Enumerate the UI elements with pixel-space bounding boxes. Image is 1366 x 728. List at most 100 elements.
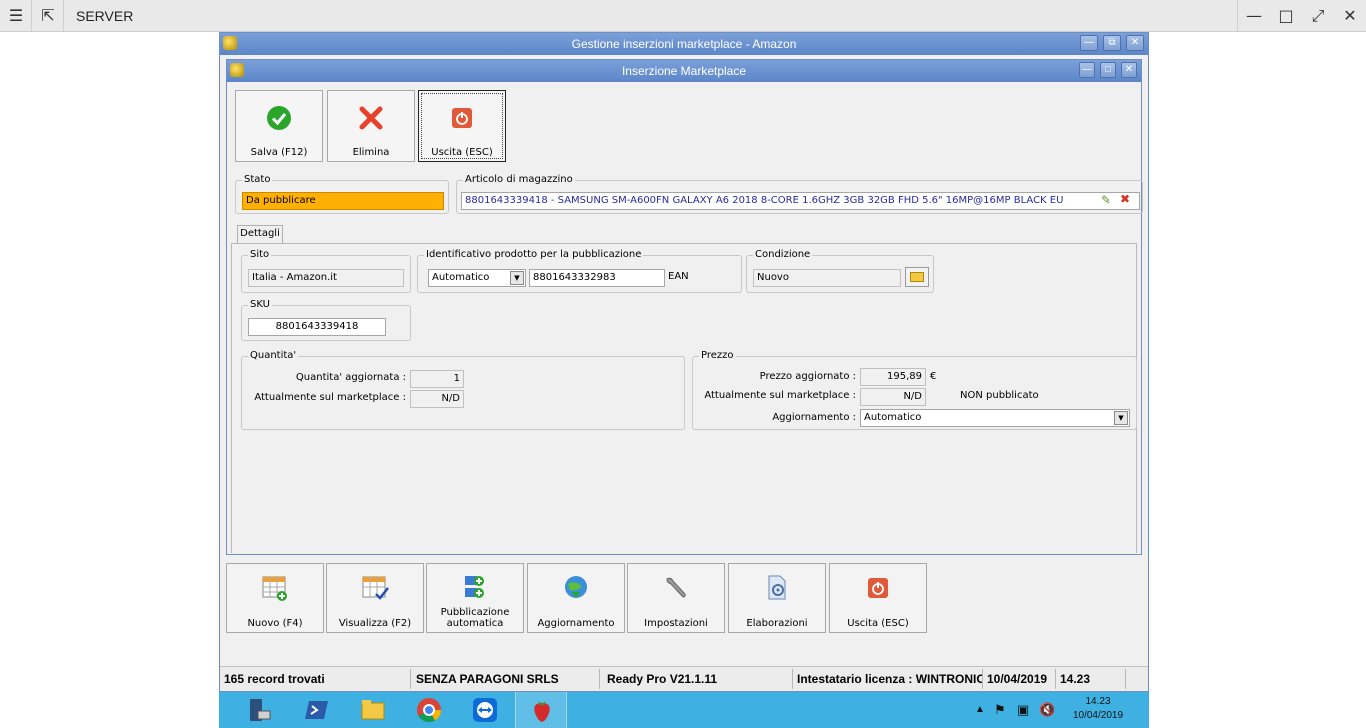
globe-download-icon (565, 576, 587, 598)
tab-dettagli[interactable]: Dettagli (237, 225, 283, 243)
prezzo-updated-label: Prezzo aggiornato : (759, 371, 856, 382)
hamburger-icon[interactable]: ☰ (0, 0, 32, 32)
chevron-down-icon[interactable]: ▼ (1114, 411, 1128, 425)
tray-show-hidden-icon[interactable]: ▲ (975, 692, 985, 728)
taskbar-teamviewer[interactable] (459, 692, 511, 728)
wrench-icon (666, 577, 686, 598)
quantita-group-label: Quantita' (248, 350, 299, 361)
outer-window-title: Gestione inserzioni marketplace - Amazon (571, 37, 797, 51)
close-icon[interactable]: ✕ (1334, 0, 1366, 32)
outer-close-button[interactable]: ✕ (1126, 35, 1144, 51)
new-button[interactable]: Nuovo (F4) (226, 563, 324, 633)
power-icon (868, 578, 888, 598)
stato-group: Stato Da pubblicare (235, 174, 449, 214)
save-label: Salva (F12) (250, 147, 308, 158)
quantita-market-field[interactable]: N/D (410, 390, 464, 408)
view-label: Visualizza (F2) (338, 618, 412, 629)
status-bar: 165 record trovati SENZA PARAGONI SRLS R… (220, 666, 1148, 690)
clock-time: 14.23 (1085, 696, 1111, 707)
condizione-group-label: Condizione (753, 249, 813, 260)
settings-button[interactable]: Impostazioni (627, 563, 725, 633)
sku-field[interactable]: 8801643339418 (248, 318, 386, 336)
settings-label: Impostazioni (644, 618, 708, 629)
taskbar-readypro[interactable] (515, 692, 567, 728)
outer-minimize-button[interactable]: — (1080, 35, 1098, 51)
clear-x-icon[interactable]: ✖ (1120, 192, 1130, 206)
delete-x-icon (359, 106, 383, 130)
articolo-group-label: Articolo di magazzino (463, 174, 575, 185)
delete-label: Elimina (352, 147, 390, 158)
status-records: 165 record trovati (220, 669, 411, 689)
identificativo-mode-select[interactable]: Automatico ▼ (428, 269, 526, 287)
view-button[interactable]: Visualizza (F2) (326, 563, 424, 633)
maximize-icon[interactable]: □ (1270, 0, 1302, 32)
chevron-down-icon[interactable]: ▼ (510, 271, 524, 285)
fullscreen-icon[interactable]: ⤢ (1302, 0, 1334, 32)
minimize-icon[interactable]: — (1238, 0, 1270, 32)
sito-group-label: Sito (248, 249, 272, 260)
processing-button[interactable]: Elaborazioni (728, 563, 826, 633)
prezzo-currency: € (930, 371, 937, 382)
status-license: Intestatario licenza : WINTRONIC (793, 669, 983, 689)
inner-maximize-button[interactable]: □ (1100, 62, 1116, 78)
identificativo-type-label: EAN (668, 271, 689, 282)
prezzo-update-select[interactable]: Automatico ▼ (860, 409, 1130, 427)
delete-button[interactable]: Elimina (327, 90, 415, 162)
condizione-field[interactable]: Nuovo (753, 269, 901, 287)
auto-publish-button[interactable]: Pubblicazione automatica (426, 563, 524, 633)
taskbar: ▲ ⚑ ▣ 🔇 14.23 10/04/2019 (219, 692, 1149, 728)
edit-pencil-icon[interactable]: ✎ (1101, 193, 1111, 207)
taskbar-powershell[interactable] (291, 692, 343, 728)
network-icon[interactable]: ▣ (1017, 692, 1029, 728)
new-label: Nuovo (F4) (247, 618, 303, 629)
identificativo-group-label: Identificativo prodotto per la pubblicaz… (424, 249, 644, 260)
articolo-value: 8801643339418 - SAMSUNG SM-A600FN GALAXY… (465, 195, 1064, 206)
update-button[interactable]: Aggiornamento (527, 563, 625, 633)
sito-group: Sito Italia - Amazon.it (241, 249, 411, 293)
prezzo-market-label: Attualmente sul marketplace : (704, 390, 856, 401)
exit-button[interactable]: Uscita (ESC) (418, 90, 506, 162)
save-button[interactable]: Salva (F12) (235, 90, 323, 162)
stato-field[interactable]: Da pubblicare (242, 192, 444, 210)
identificativo-code-field[interactable]: 8801643332983 (529, 269, 665, 287)
scale-icon[interactable]: ⇱ (32, 0, 64, 32)
taskbar-chrome[interactable] (403, 692, 455, 728)
taskbar-explorer[interactable] (347, 692, 399, 728)
outer-window: Gestione inserzioni marketplace - Amazon… (219, 32, 1149, 692)
status-time: 14.23 (1056, 669, 1126, 689)
stato-group-label: Stato (242, 174, 273, 185)
articolo-field[interactable]: 8801643339418 - SAMSUNG SM-A600FN GALAXY… (461, 192, 1140, 210)
inner-minimize-button[interactable]: — (1079, 62, 1095, 78)
clock[interactable]: 14.23 10/04/2019 (1065, 692, 1131, 728)
teamviewer-icon (473, 698, 497, 722)
document-gear-icon (768, 575, 786, 600)
remote-desktop-bar: ☰ ⇱ SERVER — □ ⤢ ✕ (0, 0, 1366, 32)
status-version: Ready Pro V21.1.11 (603, 669, 793, 689)
app-icon (223, 36, 237, 50)
flag-icon[interactable]: ⚑ (994, 692, 1006, 728)
prezzo-updated-field[interactable]: 195,89 (860, 368, 926, 386)
prezzo-update-label: Aggiornamento : (772, 412, 856, 423)
speaker-muted-icon[interactable]: 🔇 (1039, 692, 1055, 728)
inner-titlebar: Inserzione Marketplace — □ ✕ (227, 60, 1141, 82)
quantita-market-label: Attualmente sul marketplace : (254, 392, 406, 403)
grid-add-icon (262, 576, 287, 601)
sito-field[interactable]: Italia - Amazon.it (248, 269, 404, 287)
exit-bottom-label: Uscita (ESC) (847, 618, 909, 629)
taskbar-server-manager[interactable] (233, 692, 285, 728)
inner-close-button[interactable]: ✕ (1121, 62, 1137, 78)
quantita-updated-field[interactable]: 1 (410, 370, 464, 388)
powershell-icon (305, 701, 328, 719)
inner-window-title: Inserzione Marketplace (621, 64, 747, 78)
strawberry-icon (534, 701, 550, 722)
prezzo-market-field[interactable]: N/D (860, 388, 926, 406)
prezzo-update-value: Automatico (864, 412, 922, 423)
folder-button[interactable] (905, 267, 929, 287)
exit-bottom-button[interactable]: Uscita (ESC) (829, 563, 927, 633)
outer-restore-button[interactable]: ⧉ (1103, 35, 1121, 51)
articolo-group: Articolo di magazzino 8801643339418 - SA… (456, 174, 1143, 214)
prezzo-status: NON pubblicato (960, 390, 1039, 401)
processing-label: Elaborazioni (746, 618, 808, 629)
update-label: Aggiornamento (537, 618, 615, 629)
grid-check-icon (362, 576, 389, 600)
